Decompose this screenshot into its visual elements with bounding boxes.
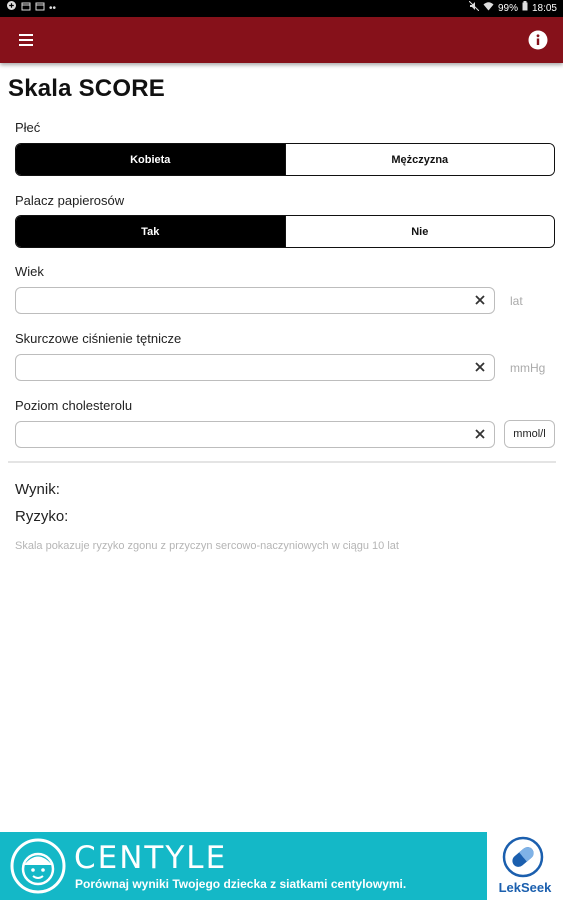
ad-centyle[interactable]: CENTYLE Porównaj wyniki Twojego dziecka … [0,832,487,900]
cholesterol-label: Poziom cholesterolu [15,398,133,413]
smoker-segmented-control: Tak Nie [15,215,555,248]
score-result-label: Wynik: [15,481,60,498]
ad-banner[interactable]: CENTYLE Porównaj wyniki Twojego dziecka … [0,832,563,900]
notification-icon [6,0,17,17]
ad-brand: CENTYLE [74,840,228,876]
divider [8,461,556,463]
ad-lekseek[interactable]: LekSeek [487,832,563,900]
status-bar: •• 99% 18:05 [0,0,563,17]
smoker-option-no[interactable]: Nie [284,216,554,247]
ad-side-brand: LekSeek [498,880,552,895]
mute-icon [468,0,480,17]
cholesterol-unit-button[interactable]: mmol/l [504,420,555,448]
calendar-icon-2 [35,0,45,17]
pressure-clear-icon[interactable] [473,360,487,374]
status-bar-left: •• [6,0,56,17]
pressure-unit: mmHg [510,361,546,375]
info-icon[interactable] [527,29,549,51]
status-bar-right: 99% 18:05 [468,0,557,17]
pill-icon [501,836,545,878]
age-unit: lat [510,294,523,308]
age-input[interactable] [16,288,456,313]
cholesterol-field-box [15,421,495,448]
battery-percent: 99% [497,3,518,14]
pressure-label: Skurczowe ciśnienie tętnicze [15,331,182,346]
more-dots-icon: •• [49,3,57,14]
clock: 18:05 [531,3,557,14]
smoker-option-yes[interactable]: Tak [16,216,285,247]
cholesterol-clear-icon[interactable] [473,427,487,441]
sex-label: Płeć [15,120,41,135]
child-face-icon [10,838,66,894]
battery-icon [522,0,528,17]
sex-option-female[interactable]: Kobieta [16,144,285,175]
wifi-icon [483,0,494,17]
smoker-label: Palacz papierosów [15,193,125,208]
app-bar [0,17,563,63]
scale-description: Skala pokazuje ryzyko zgonu z przyczyn s… [15,540,399,552]
age-label: Wiek [15,264,44,279]
hamburger-menu-icon[interactable] [14,29,38,51]
cholesterol-input[interactable] [16,422,456,447]
calendar-icon [21,0,31,17]
age-clear-icon[interactable] [473,293,487,307]
age-field-box [15,287,495,314]
page-title: Skala SCORE [8,75,165,102]
sex-segmented-control: Kobieta Mężczyzna [15,143,555,176]
pressure-field-box [15,354,495,381]
ad-tagline: Porównaj wyniki Twojego dziecka z siatka… [75,877,407,891]
pressure-input[interactable] [16,355,456,380]
sex-option-male[interactable]: Mężczyzna [284,144,554,175]
risk-result-label: Ryzyko: [15,508,69,525]
